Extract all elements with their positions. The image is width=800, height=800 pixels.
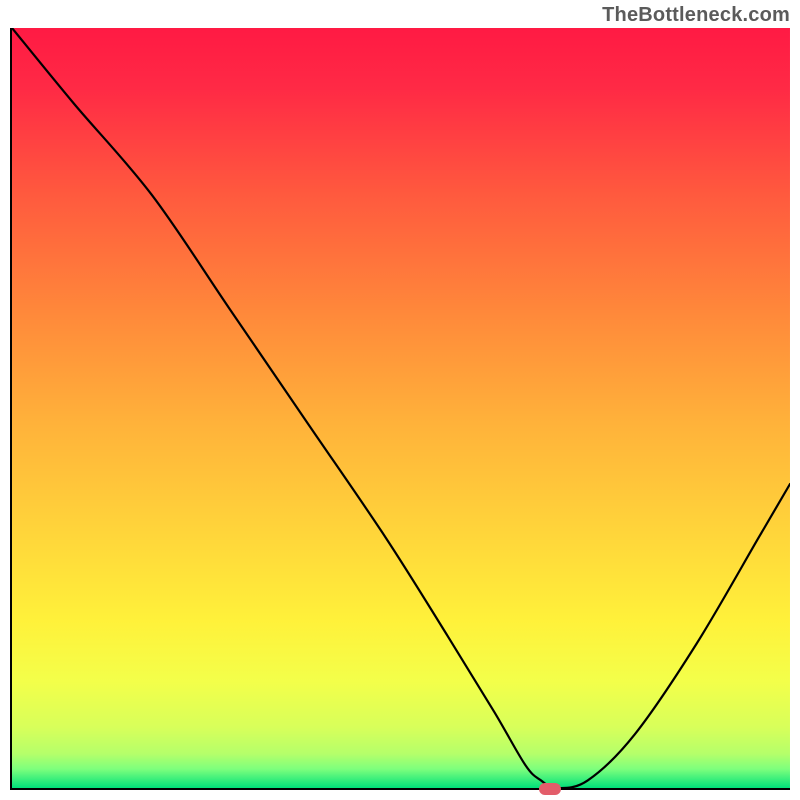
- plot-area: [10, 28, 790, 790]
- chart-container: TheBottleneck.com: [0, 0, 800, 800]
- watermark-text: TheBottleneck.com: [602, 4, 790, 27]
- optimal-marker: [539, 783, 561, 795]
- bottleneck-curve: [12, 28, 790, 788]
